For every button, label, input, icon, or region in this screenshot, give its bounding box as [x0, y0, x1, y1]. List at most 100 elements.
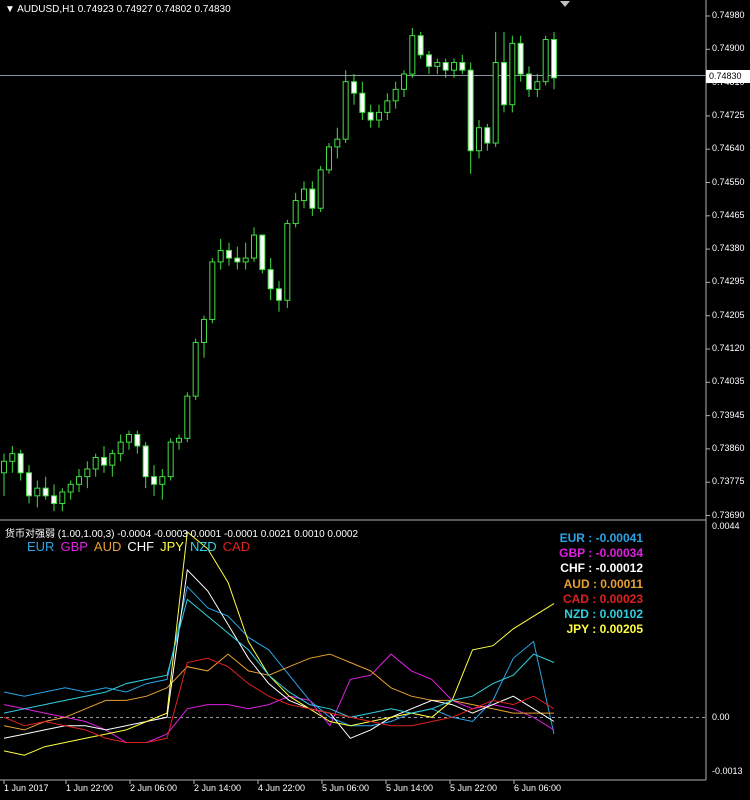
candle: [226, 242, 232, 266]
strength-line-eur: [3, 585, 555, 735]
candle: [434, 58, 441, 75]
candle: [167, 438, 174, 481]
strength-line-gbp: [3, 653, 555, 743]
candle: [284, 219, 291, 308]
time-axis-label: 5 Jun 14:00: [386, 783, 434, 793]
candlestick-series: [1, 28, 557, 512]
candle: [392, 81, 399, 109]
strength-value: CAD : 0.00023: [562, 591, 643, 606]
strength-line-chf: [3, 568, 555, 739]
price-axis-label: 0.73860: [712, 442, 745, 453]
chart-canvas: [0, 0, 710, 784]
candle: [84, 461, 91, 489]
candle: [176, 434, 182, 450]
candle: [476, 120, 482, 159]
strength-values: EUR : -0.00041 GBP : -0.00034 CHF : -0.000…: [559, 531, 643, 637]
price-axis-label: 0.73775: [712, 476, 745, 487]
chart-frame: [0, 0, 707, 781]
candle: [542, 35, 549, 86]
candle: [442, 58, 449, 78]
candle: [242, 242, 249, 270]
time-axis-label: 5 Jun 06:00: [322, 783, 370, 793]
candle: [109, 449, 116, 477]
strength-line-nzd: [3, 598, 555, 718]
candle: [417, 31, 424, 59]
candle: [26, 465, 32, 504]
candle: [17, 449, 24, 481]
time-axis-label: 2 Jun 06:00: [130, 783, 178, 793]
candle: [292, 192, 299, 228]
time-axis-label: 1 Jun 22:00: [66, 783, 114, 793]
time-axis-label: 1 Jun 2017: [4, 783, 49, 793]
candle: [342, 70, 349, 144]
price-axis-label: 0.74725: [712, 109, 745, 120]
candle: [384, 93, 391, 121]
indicator-axis-label: 0.00: [712, 712, 730, 722]
candle: [101, 445, 107, 473]
candle: [134, 430, 141, 454]
candle: [309, 181, 316, 216]
candle: [509, 35, 516, 113]
candle: [209, 258, 216, 324]
candle: [159, 468, 166, 500]
candle: [526, 66, 532, 98]
legend-item-jpy: JPY: [160, 539, 184, 554]
candle: [201, 315, 207, 358]
legend-item-eur: EUR: [27, 539, 55, 554]
price-axis-label: 0.74465: [712, 209, 745, 220]
main-chart-header: ▼ AUDUSD,H1 0.74923 0.74927 0.74802 0.74…: [5, 4, 231, 15]
time-axis-label: 2 Jun 14:00: [194, 783, 242, 793]
candle: [301, 181, 307, 209]
strength-value: GBP : -0.00034: [559, 546, 643, 561]
candle: [192, 338, 199, 400]
candle: [92, 453, 99, 477]
symbol-label: AUDUSD,H1: [17, 4, 75, 15]
price-axis-label: 0.74980: [712, 10, 745, 20]
strength-value: NZD : 0.00102: [564, 607, 643, 622]
candle: [484, 123, 491, 151]
legend-item-nzd: NZD: [189, 539, 217, 554]
price-axis-label: 0.73945: [712, 409, 745, 420]
candle: [459, 54, 466, 75]
candle: [467, 62, 474, 174]
candle: [267, 258, 274, 301]
candle: [551, 31, 557, 90]
candle: [251, 227, 257, 262]
candle: [59, 488, 66, 512]
price-axis-label: 0.73690: [712, 509, 745, 520]
candle: [326, 143, 332, 174]
price-axis-label: 0.74550: [712, 176, 745, 187]
candle: [451, 58, 457, 78]
candle: [359, 81, 366, 121]
indicator-axis-label: -0.0013: [712, 766, 743, 776]
candle: [492, 31, 499, 147]
price-axis-label: 0.74810: [712, 76, 745, 87]
strength-value: JPY : 0.00205: [566, 622, 643, 637]
price-axis-label: 0.74205: [712, 309, 745, 320]
legend-item-gbp: GBP: [60, 539, 88, 554]
candle: [126, 430, 132, 450]
candle: [317, 166, 324, 213]
indicator-axis-label: 0.0044: [712, 521, 740, 531]
candle: [334, 127, 341, 159]
time-axis-label: 5 Jun 22:00: [450, 783, 498, 793]
candle: [217, 238, 224, 270]
candle: [534, 74, 541, 98]
candle: [117, 434, 124, 462]
price-axis-label: 0.74900: [712, 43, 745, 54]
currency-legend: EUR GBP AUD CHF JPY NZD CAD: [27, 539, 256, 554]
candle: [67, 480, 74, 500]
candle: [517, 35, 524, 82]
ohlc-values: 0.74923 0.74927 0.74802 0.74830: [77, 4, 231, 15]
strength-lines: [3, 531, 555, 756]
price-axis-label: 0.74640: [712, 143, 745, 154]
candle: [34, 480, 41, 508]
price-axis-label: 0.74380: [712, 243, 745, 254]
strength-value: EUR : -0.00041: [559, 531, 643, 545]
candle: [51, 484, 57, 512]
candle: [1, 453, 7, 496]
candle: [409, 28, 416, 78]
candle: [259, 234, 266, 274]
time-axis-label: 6 Jun 06:00: [514, 783, 562, 793]
header-arrow-icon[interactable]: ▼: [5, 4, 15, 15]
